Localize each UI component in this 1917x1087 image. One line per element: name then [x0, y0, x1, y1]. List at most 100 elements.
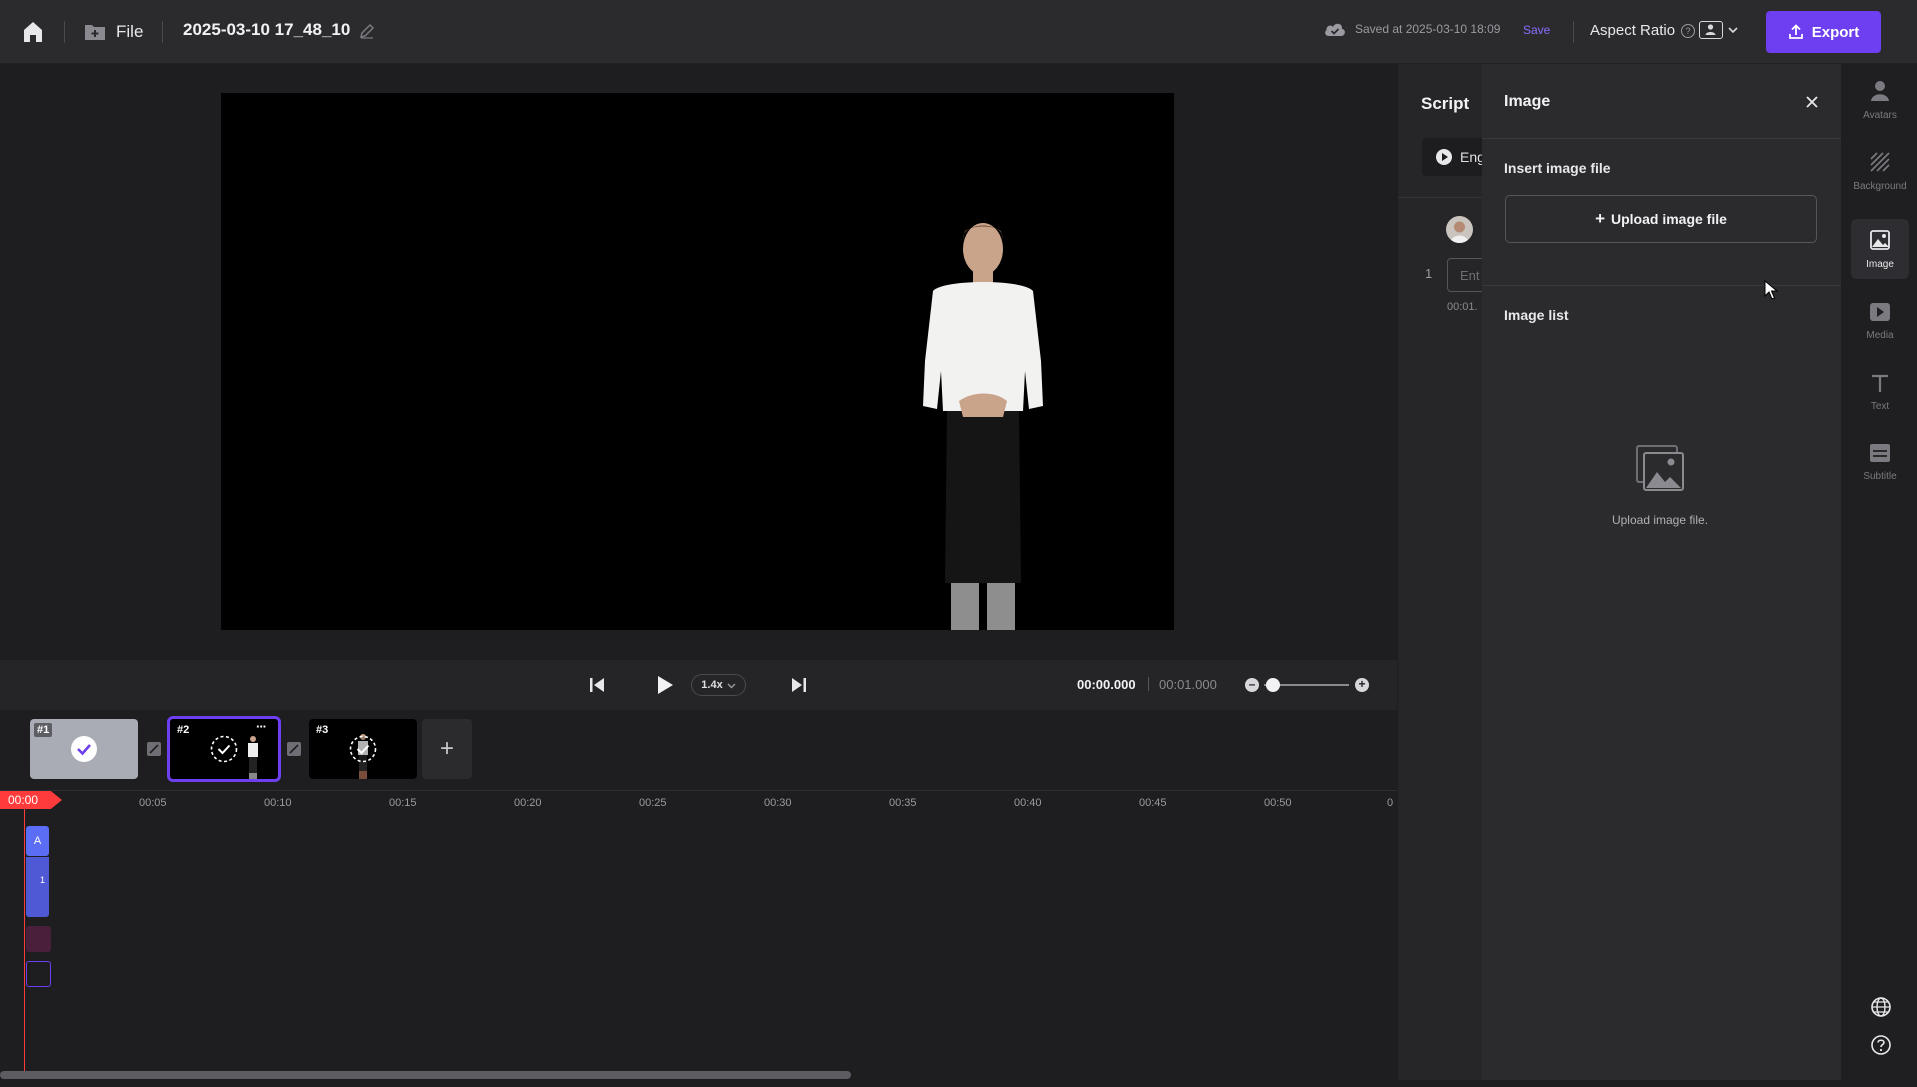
divider [1482, 285, 1841, 286]
check-circle-icon [71, 736, 97, 762]
hatch-icon [1869, 151, 1891, 176]
rail-item-label: Media [1866, 329, 1894, 341]
rail-item-subtitle[interactable]: Subtitle [1851, 432, 1909, 492]
timeline-tick-label: 00:45 [1139, 797, 1167, 809]
rail-item-label: Avatars [1863, 109, 1897, 121]
mouse-cursor-icon [1764, 280, 1778, 300]
avatar-track-clip[interactable]: A [26, 826, 49, 856]
upload-image-label: Upload image file [1611, 211, 1727, 227]
zoom-in-button[interactable]: + [1355, 678, 1369, 692]
close-panel-button[interactable] [1802, 92, 1822, 112]
empty-track-slot[interactable] [26, 961, 51, 987]
help-icon[interactable]: ? [1681, 23, 1696, 38]
project-title[interactable]: 2025-03-10 17_48_10 [183, 20, 350, 40]
dashed-check-circle-icon [210, 735, 238, 763]
timeline-tick-label: 00:10 [264, 797, 292, 809]
play-icon [658, 676, 673, 694]
zoom-out-button[interactable]: – [1245, 678, 1259, 692]
scene-number: #3 [313, 723, 332, 737]
script-panel [1398, 64, 1483, 1080]
playhead-line[interactable] [24, 809, 25, 1073]
script-text-input[interactable]: Ent [1447, 258, 1487, 292]
timeline-tick-label: 00:05 [139, 797, 167, 809]
chevron-down-icon [1728, 27, 1738, 34]
language-button[interactable] [1870, 996, 1892, 1018]
saved-status-text: Saved at 2025-03-10 18:09 [1355, 22, 1501, 36]
text-icon [1870, 373, 1890, 396]
horizontal-scrollbar[interactable] [0, 1071, 851, 1079]
help-circle-icon [1871, 1035, 1891, 1055]
video-canvas[interactable] [221, 93, 1174, 630]
edit-title-button[interactable] [358, 22, 376, 40]
script-line-number: 1 [1425, 266, 1433, 281]
script-line-duration: 00:01. [1447, 301, 1478, 313]
help-button[interactable] [1870, 1034, 1892, 1056]
dashed-check-circle-icon [349, 735, 377, 763]
timeline-tick-label: 00:20 [514, 797, 542, 809]
rail-item-text[interactable]: Text [1851, 362, 1909, 422]
portrait-frame-icon [1699, 21, 1723, 39]
insert-image-heading: Insert image file [1504, 160, 1611, 176]
globe-icon [1871, 997, 1891, 1017]
timeline-tick-label: 00:50 [1264, 797, 1292, 809]
save-button[interactable]: Save [1523, 23, 1550, 37]
playback-speed-dropdown[interactable]: 1.4x [691, 674, 746, 696]
folder-add-icon [85, 25, 105, 40]
scene-number: #2 [174, 723, 193, 737]
scene-number: #1 [34, 723, 53, 737]
timeline-tick-label: 00:15 [389, 797, 417, 809]
file-menu-button[interactable]: File [84, 16, 143, 48]
speed-value: 1.4x [701, 679, 723, 691]
play-icon [1869, 302, 1891, 325]
home-icon [24, 22, 42, 42]
transition-icon[interactable] [147, 742, 161, 756]
image-icon [1869, 229, 1891, 254]
add-scene-button[interactable]: + [422, 719, 472, 779]
speaker-avatar[interactable] [1446, 216, 1473, 243]
playhead-marker[interactable]: 00:00 [0, 791, 62, 809]
rail-item-background[interactable]: Background [1851, 141, 1909, 201]
file-label: File [116, 22, 144, 41]
close-icon [1806, 96, 1818, 108]
scene-thumbnail-1[interactable]: #1 [30, 719, 138, 779]
skip-back-icon [590, 678, 604, 692]
rail-item-label: Text [1870, 400, 1890, 412]
upload-image-button[interactable]: + Upload image file [1505, 195, 1817, 243]
images-placeholder-icon [1636, 445, 1684, 491]
scene-thumbnail-2[interactable]: #2 ··· [167, 716, 281, 782]
person-icon [1870, 80, 1890, 105]
timeline-tick-label: 0 [1387, 797, 1394, 809]
rail-item-label: Subtitle [1863, 470, 1897, 482]
timeline-ruler[interactable] [0, 790, 1397, 816]
aspect-ratio-dropdown[interactable] [1699, 21, 1739, 39]
upload-icon [1788, 24, 1803, 39]
transition-icon[interactable] [287, 742, 301, 756]
avatar-chef-figure[interactable] [903, 221, 1063, 630]
rail-item-image[interactable]: Image [1851, 219, 1909, 279]
audio-track-clip[interactable] [26, 926, 51, 952]
timeline-tick-label: 00:25 [639, 797, 667, 809]
subtitle-icon [1869, 443, 1891, 466]
play-button[interactable] [655, 674, 675, 696]
skip-to-end-button[interactable] [790, 676, 808, 694]
zoom-slider-thumb[interactable] [1266, 678, 1280, 692]
time-separator [1148, 677, 1149, 691]
scene-thumbnail-3[interactable]: #3 [309, 719, 417, 779]
image-list-heading: Image list [1504, 307, 1569, 323]
play-circle-icon [1436, 149, 1452, 165]
aspect-ratio-label: Aspect Ratio ? [1590, 22, 1696, 39]
cloud-check-icon [1325, 23, 1345, 36]
export-button[interactable]: Export [1766, 11, 1881, 53]
rail-item-media[interactable]: Media [1851, 291, 1909, 351]
divider [1482, 138, 1841, 139]
toolbar-divider [162, 21, 163, 43]
empty-list-message: Upload image file. [1611, 513, 1709, 527]
skip-to-start-button[interactable] [588, 676, 606, 694]
rail-item-avatars[interactable]: Avatars [1851, 70, 1909, 130]
skip-forward-icon [792, 678, 806, 692]
script-title: Script [1421, 94, 1470, 113]
scene-menu-icon[interactable]: ··· [256, 719, 267, 734]
timeline-tick-label: 00:35 [889, 797, 917, 809]
home-button[interactable] [18, 18, 48, 46]
script-track-clip[interactable]: 1 [26, 857, 49, 917]
